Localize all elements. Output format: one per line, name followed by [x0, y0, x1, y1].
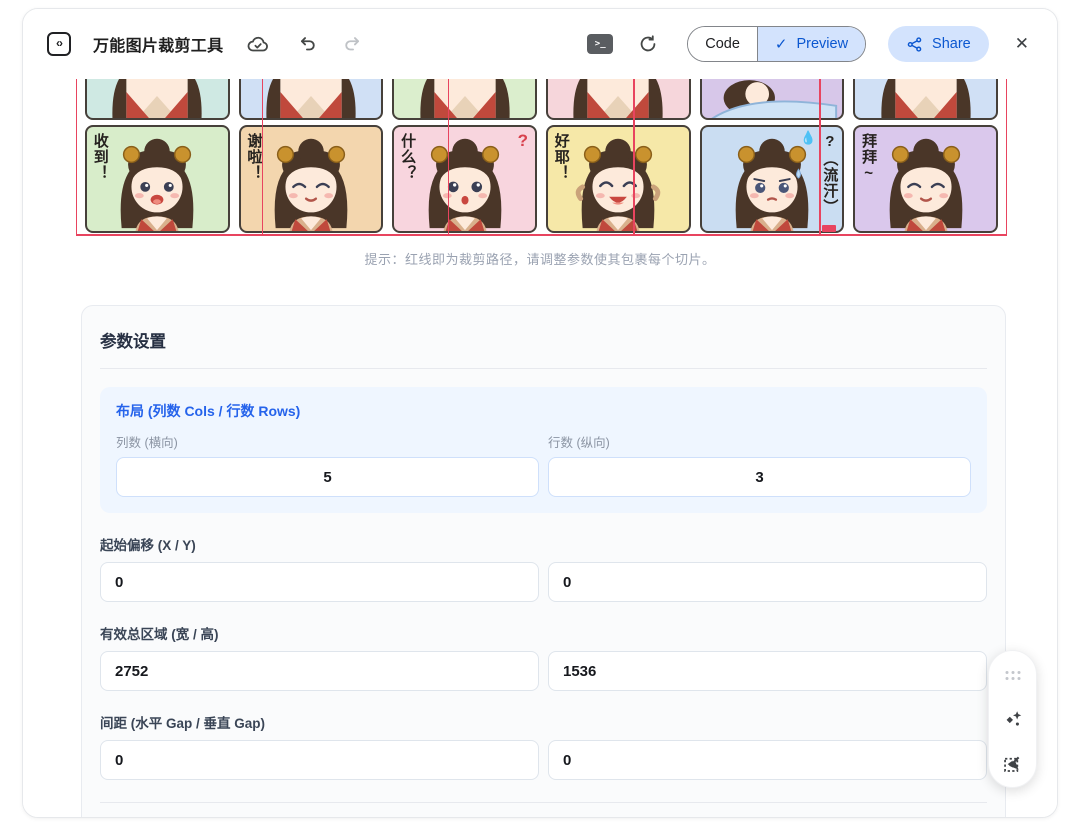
- cols-input[interactable]: [116, 457, 539, 497]
- share-icon: [906, 36, 923, 53]
- close-icon[interactable]: ✕: [1011, 32, 1033, 56]
- undo-icon[interactable]: [293, 31, 319, 57]
- sticker-caption: 拜拜~: [860, 133, 876, 183]
- gap-vertical-input[interactable]: [548, 740, 987, 780]
- sticker-cell-4: 好耶！: [546, 125, 691, 233]
- tab-code[interactable]: Code: [688, 27, 758, 61]
- offset-label: 起始偏移 (X / Y): [100, 534, 987, 554]
- redo-icon[interactable]: [341, 31, 367, 57]
- sticker-sheet: 收到！ 谢啦！ 什么？? 好耶！ ?（流汗） 💧 拜拜~: [76, 79, 1007, 236]
- cloud-saved-icon[interactable]: [245, 31, 271, 57]
- area-label: 有效总区域 (宽 / 高): [100, 623, 987, 643]
- sticker-caption: 谢啦！: [246, 133, 262, 181]
- floating-tools: [988, 650, 1037, 788]
- sticker-caption: 好耶！: [553, 133, 569, 181]
- sticker-cell-2: 谢啦！: [239, 125, 384, 233]
- gap-section: 间距 (水平 Gap / 垂直 Gap): [100, 712, 987, 780]
- area-section: 有效总区域 (宽 / 高): [100, 623, 987, 691]
- sticker-cell-1: 收到！: [85, 125, 230, 233]
- area-width-input[interactable]: [100, 651, 539, 691]
- sticker-cell-partial-2: [239, 79, 384, 120]
- sticker-cell-partial-3: [392, 79, 537, 120]
- crop-hint: 提示：红线即为裁剪路径，请调整参数使其包裹每个切片。: [23, 249, 1057, 268]
- sticker-row-main: 收到！ 谢啦！ 什么？? 好耶！ ?（流汗） 💧 拜拜~: [85, 125, 998, 233]
- sticker-cell-partial-4: [546, 79, 691, 120]
- app-title: 万能图片裁剪工具: [93, 32, 223, 56]
- artifact-window: ‹› 万能图片裁剪工具 >_: [22, 8, 1058, 818]
- sticker-cell-partial-5: [700, 79, 845, 120]
- ai-sparkle-icon[interactable]: [1002, 708, 1024, 730]
- sticker-caption: 收到！: [92, 133, 108, 181]
- offset-section: 起始偏移 (X / Y): [100, 534, 987, 602]
- parameters-panel: 参数设置 布局 (列数 Cols / 行数 Rows) 列数 (横向) 行数 (…: [81, 305, 1006, 818]
- check-icon: ✓: [775, 35, 788, 53]
- divider: [100, 802, 987, 803]
- gap-label: 间距 (水平 Gap / 垂直 Gap): [100, 712, 987, 732]
- rows-label: 行数 (纵向): [548, 432, 971, 451]
- area-height-input[interactable]: [548, 651, 987, 691]
- divider: [100, 368, 987, 369]
- code-box-icon: ‹›: [47, 32, 71, 56]
- refresh-icon[interactable]: [635, 31, 661, 57]
- sticker-caption: ?（流汗）: [822, 133, 838, 215]
- preview-content: 收到！ 谢啦！ 什么？? 好耶！ ?（流汗） 💧 拜拜~ 提示：红线即为裁剪路径，请调整参数…: [23, 79, 1057, 818]
- question-mark-deco: ?: [518, 131, 528, 151]
- header-bar: ‹› 万能图片裁剪工具 >_: [23, 9, 1057, 79]
- select-element-icon[interactable]: [1002, 752, 1024, 774]
- layout-section-title: 布局 (列数 Cols / 行数 Rows): [116, 401, 971, 421]
- share-button[interactable]: Share: [888, 26, 989, 62]
- sticker-row-partial: [85, 79, 998, 121]
- sticker-cell-partial-1: [85, 79, 230, 120]
- console-icon[interactable]: >_: [587, 31, 613, 57]
- code-preview-toggle: Code ✓ Preview: [687, 26, 866, 62]
- offset-x-input[interactable]: [100, 562, 539, 602]
- gap-horizontal-input[interactable]: [100, 740, 539, 780]
- sticker-cell-6: 拜拜~: [853, 125, 998, 233]
- sticker-cell-partial-6: [853, 79, 998, 120]
- sweat-drop-deco: 💧: [800, 130, 816, 146]
- cols-label: 列数 (横向): [116, 432, 539, 451]
- sticker-caption: 什么？: [399, 133, 415, 181]
- offset-y-input[interactable]: [548, 562, 987, 602]
- sticker-cell-5: ?（流汗） 💧: [700, 125, 845, 233]
- layout-section: 布局 (列数 Cols / 行数 Rows) 列数 (横向) 行数 (纵向): [100, 387, 987, 513]
- tab-preview[interactable]: ✓ Preview: [758, 27, 865, 61]
- rows-input[interactable]: [548, 457, 971, 497]
- panel-title: 参数设置: [100, 328, 987, 352]
- drag-handle-icon[interactable]: [1002, 664, 1024, 686]
- sticker-cell-3: 什么？?: [392, 125, 537, 233]
